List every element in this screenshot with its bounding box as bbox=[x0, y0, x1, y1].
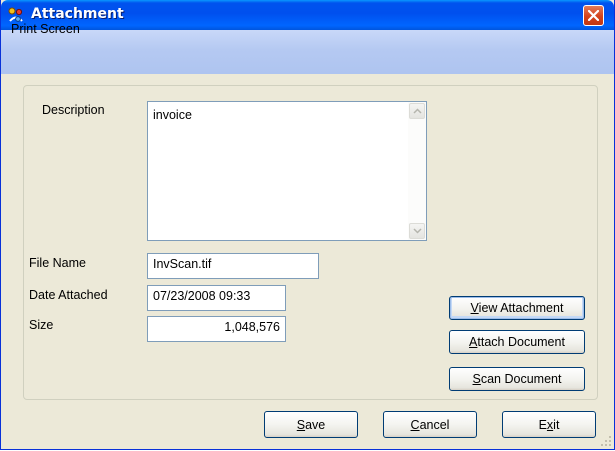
view-attachment-button[interactable]: View Attachment bbox=[449, 296, 585, 320]
scroll-up-button[interactable] bbox=[409, 103, 425, 119]
cancel-button[interactable]: Cancel bbox=[383, 411, 477, 438]
description-text: invoice bbox=[153, 108, 192, 122]
menu-bar bbox=[1, 30, 614, 74]
close-button[interactable] bbox=[583, 5, 604, 26]
date-attached-field[interactable]: 07/23/2008 09:33 bbox=[147, 285, 286, 311]
resize-grip-icon[interactable] bbox=[599, 434, 612, 447]
file-name-field[interactable]: InvScan.tif bbox=[147, 253, 319, 279]
menu-item-print-screen[interactable]: Print Screen bbox=[11, 22, 80, 36]
chevron-up-icon bbox=[413, 108, 422, 114]
description-textarea[interactable]: invoice bbox=[147, 101, 427, 241]
description-scrollbar[interactable] bbox=[408, 102, 426, 240]
chevron-down-icon bbox=[413, 228, 422, 234]
exit-button[interactable]: Exit bbox=[502, 411, 596, 438]
file-name-label: File Name bbox=[29, 256, 86, 270]
size-label: Size bbox=[29, 318, 54, 332]
size-field[interactable]: 1,048,576 bbox=[147, 316, 286, 342]
save-button[interactable]: Save bbox=[264, 411, 358, 438]
attach-document-button[interactable]: Attach Document bbox=[449, 330, 585, 354]
date-attached-label: Date Attached bbox=[29, 288, 108, 302]
title-bar[interactable]: Attachment bbox=[1, 0, 614, 30]
attachment-window: Attachment Print Screen Description invo… bbox=[0, 0, 615, 450]
close-icon bbox=[588, 10, 599, 21]
description-label: Description bbox=[42, 103, 105, 117]
scroll-down-button[interactable] bbox=[409, 223, 425, 239]
scan-document-button[interactable]: Scan Document bbox=[449, 367, 585, 391]
window-title: Attachment bbox=[31, 6, 124, 22]
